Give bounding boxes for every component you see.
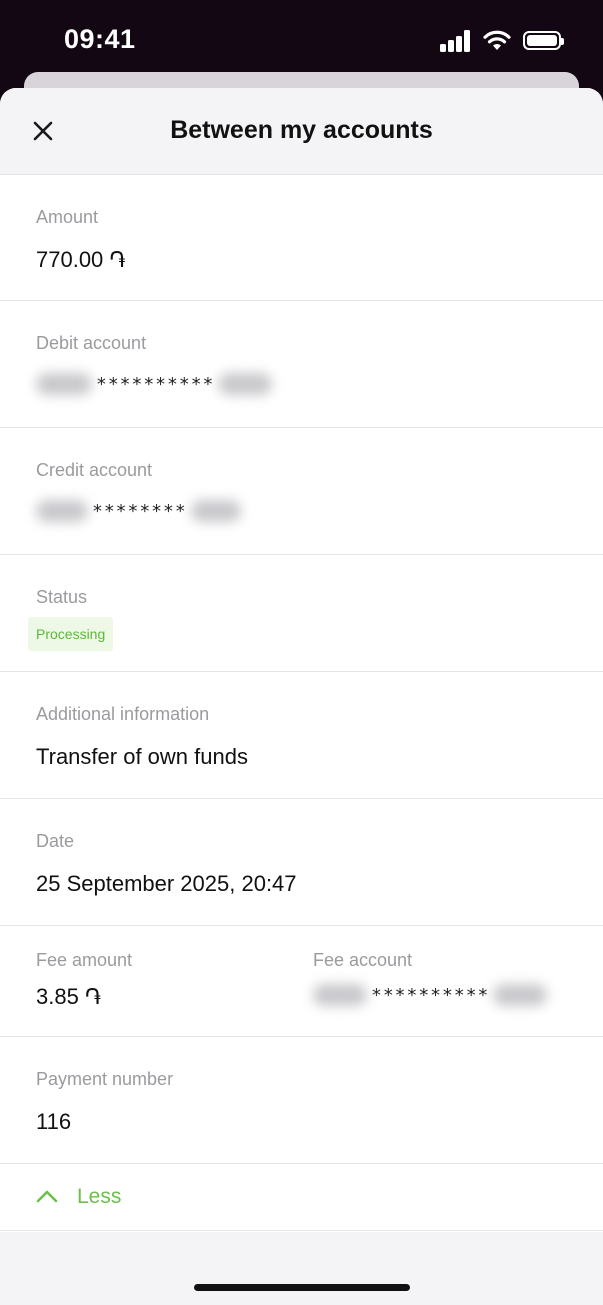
hidden-digits <box>493 984 548 1006</box>
payment-number-row: Payment number 116 <box>0 1037 603 1164</box>
hidden-digits <box>36 373 92 395</box>
status-badge: Processing <box>28 617 114 651</box>
amount-label: Amount <box>36 207 99 227</box>
fee-row: Fee amount 3.85 ֏ Fee account ********** <box>0 926 603 1037</box>
less-toggle-button[interactable]: Less <box>0 1165 603 1231</box>
debit-account-row: Debit account ********** <box>0 301 603 428</box>
status-time: 09:41 <box>64 24 136 54</box>
cellular-signal-icon <box>440 30 474 52</box>
status-row: Status Processing <box>0 555 603 672</box>
masked-digits: ********** <box>96 373 215 395</box>
status-label: Status <box>36 587 88 607</box>
hidden-digits <box>218 373 273 395</box>
hidden-digits <box>36 500 88 522</box>
amount-row: Amount 770.00 ֏ <box>0 175 603 301</box>
fee-account-label: Fee account <box>313 950 413 970</box>
transfer-details-sheet: Between my accounts Amount 770.00 ֏ Debi… <box>0 88 603 1305</box>
amount-value: 770.00 ֏ <box>36 247 126 272</box>
credit-account-row: Credit account ******** <box>0 428 603 555</box>
debit-account-number: ********** <box>36 369 273 399</box>
battery-icon <box>523 31 564 50</box>
home-indicator <box>194 1284 410 1291</box>
bottom-area <box>0 1232 603 1305</box>
date-label: Date <box>36 831 75 851</box>
sheet-header: Between my accounts <box>0 88 603 175</box>
chevron-up-icon <box>36 1190 58 1203</box>
additional-info-label: Additional information <box>36 704 210 724</box>
additional-info-row: Additional information Transfer of own f… <box>0 672 603 799</box>
date-row: Date 25 September 2025, 20:47 <box>0 799 603 926</box>
credit-account-number: ******** <box>36 496 241 526</box>
payment-number-label: Payment number <box>36 1069 174 1089</box>
credit-account-label: Credit account <box>36 460 153 480</box>
debit-account-label: Debit account <box>36 333 147 353</box>
additional-info-value: Transfer of own funds <box>36 744 248 769</box>
wifi-icon <box>483 30 511 50</box>
payment-number-value: 116 <box>36 1109 72 1134</box>
masked-digits: ******** <box>92 500 187 522</box>
hidden-digits <box>313 984 367 1006</box>
status-bar: 09:41 <box>0 0 603 80</box>
fee-account-number: ********** <box>313 980 548 1010</box>
hidden-digits <box>190 500 241 522</box>
date-value: 25 September 2025, 20:47 <box>36 871 297 896</box>
fee-amount-value: 3.85 ֏ <box>36 984 102 1009</box>
masked-digits: ********** <box>371 984 490 1006</box>
fee-amount-label: Fee amount <box>36 950 133 970</box>
page-title: Between my accounts <box>170 116 433 144</box>
less-label: Less <box>77 1185 122 1208</box>
